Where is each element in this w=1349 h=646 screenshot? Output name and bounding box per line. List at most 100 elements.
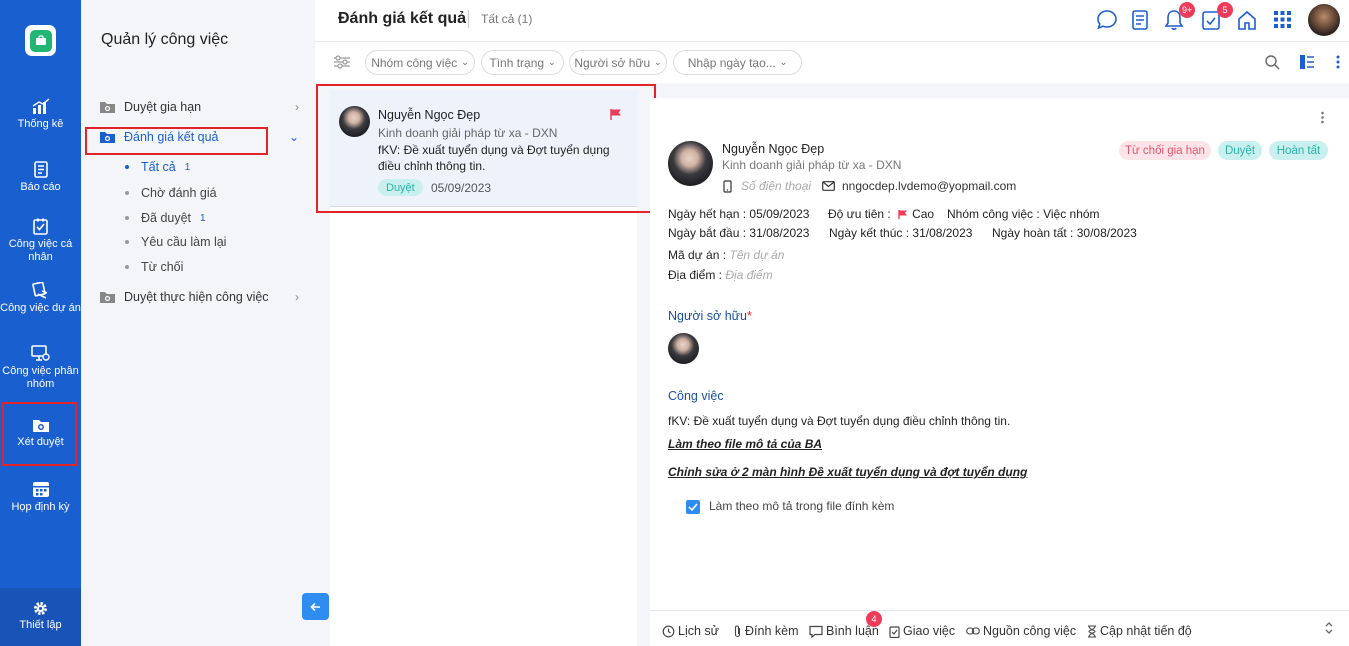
project-task-icon bbox=[32, 282, 48, 299]
comment-count-badge: 4 bbox=[866, 611, 882, 627]
personal-task-icon bbox=[33, 218, 48, 235]
reject-extension-badge: Từ chối gia hạn bbox=[1119, 141, 1211, 160]
more-vertical-icon[interactable] bbox=[1335, 54, 1341, 70]
task-group: Nhóm công việc : Việc nhóm bbox=[947, 207, 1100, 221]
filter-settings-icon[interactable] bbox=[333, 55, 351, 69]
clipboard-icon bbox=[889, 625, 900, 638]
group-task-icon bbox=[31, 345, 50, 361]
start-date: Ngày bắt đầu : 31/08/2023 bbox=[668, 226, 810, 240]
rail-item-approval[interactable]: Xét duyệt bbox=[0, 417, 81, 449]
approved-badge: Duyệt bbox=[1218, 141, 1262, 160]
comment-button[interactable]: Bình luận bbox=[809, 624, 879, 638]
filter-task-group[interactable]: Nhóm công việc ⌄ bbox=[365, 50, 475, 75]
card-date: 05/09/2023 bbox=[431, 181, 492, 195]
sidebar-sub-all[interactable]: Tất cả 1 bbox=[125, 160, 190, 174]
folder-open-icon bbox=[100, 132, 115, 143]
flag-icon bbox=[610, 109, 621, 120]
detail-email: nngocdep.lvdemo@yopmail.com bbox=[822, 179, 1016, 193]
count-badge: 1 bbox=[184, 161, 191, 173]
chevron-down-icon: ⌄ bbox=[779, 57, 788, 67]
gear-icon bbox=[34, 602, 47, 615]
completed-date: Ngày hoàn tất : 30/08/2023 bbox=[992, 226, 1137, 240]
rail-item-statistics[interactable]: Thống kê bbox=[0, 98, 81, 131]
chevron-down-icon: ⌄ bbox=[654, 57, 662, 67]
calendar-icon bbox=[32, 482, 49, 497]
sidebar-group-result-review[interactable]: Đánh giá kết quả ⌄ bbox=[99, 127, 299, 147]
hourglass-icon bbox=[1088, 624, 1096, 638]
project-code: Mã dự án : Tên dự án bbox=[668, 248, 785, 262]
arrow-left-icon bbox=[309, 602, 320, 611]
expand-icon[interactable] bbox=[1324, 621, 1334, 635]
chevron-down-icon: ⌄ bbox=[288, 130, 299, 144]
app-rail: Thống kê Báo cáo Công việc cá nhân Công … bbox=[0, 0, 81, 646]
detail-phone: Số điện thoại bbox=[723, 179, 811, 193]
sidebar-group-extension-approval[interactable]: Duyệt gia hạn › bbox=[99, 97, 299, 117]
check-icon bbox=[688, 503, 698, 511]
history-button[interactable]: Lịch sử bbox=[662, 624, 719, 638]
status-badge: Duyệt bbox=[378, 179, 423, 196]
task-description: fKV: Đề xuất tuyển dụng và Đợt tuyển dụn… bbox=[668, 414, 1011, 428]
phone-icon bbox=[723, 179, 732, 193]
user-avatar[interactable] bbox=[1308, 4, 1340, 36]
flag-icon bbox=[898, 209, 908, 219]
location: Địa điểm : Địa điểm bbox=[668, 268, 773, 282]
rail-item-meetings[interactable]: Họp định kỳ bbox=[0, 480, 81, 514]
attachment-button[interactable]: Đính kèm bbox=[733, 624, 799, 638]
detail-owner-name: Nguyễn Ngọc Đẹp bbox=[722, 142, 825, 156]
checklist-item-label: Làm theo mô tả trong file đính kèm bbox=[709, 499, 895, 513]
folder-icon bbox=[100, 102, 115, 113]
page-count: Tất cả (1) bbox=[481, 12, 533, 26]
update-progress-button[interactable]: Cập nhật tiến độ bbox=[1087, 624, 1192, 638]
due-date: Ngày hết hạn : 05/09/2023 bbox=[668, 207, 810, 221]
approval-folder-icon bbox=[32, 420, 49, 432]
avatar bbox=[339, 106, 370, 137]
secondary-sidebar: Quản lý công việc Duyệt gia hạn › Đánh g… bbox=[81, 0, 315, 646]
detail-department: Kinh doanh giải pháp từ xa - DXN bbox=[722, 158, 902, 172]
sidebar-sub-redo[interactable]: Yêu cầu làm lại bbox=[125, 235, 226, 249]
task-source-button[interactable]: Nguồn công việc bbox=[966, 624, 1076, 638]
sidebar-sub-pending[interactable]: Chờ đánh giá bbox=[125, 186, 217, 200]
task-badge: 5 bbox=[1217, 2, 1233, 18]
task-section-title: Công việc bbox=[668, 389, 724, 403]
checklist-checkbox[interactable] bbox=[686, 500, 700, 514]
rail-item-project-tasks[interactable]: Công việc dự án bbox=[0, 282, 81, 315]
chevron-down-icon: ⌄ bbox=[548, 57, 556, 67]
chat-icon[interactable] bbox=[1096, 9, 1118, 31]
chart-icon bbox=[32, 98, 49, 114]
sidebar-group-execution-approval[interactable]: Duyệt thực hiện công việc › bbox=[99, 287, 299, 307]
paperclip-icon bbox=[734, 625, 741, 637]
home-icon[interactable] bbox=[1237, 9, 1257, 31]
owner-avatar[interactable] bbox=[668, 333, 699, 364]
end-date: Ngày kết thúc : 31/08/2023 bbox=[829, 226, 973, 240]
chevron-right-icon: › bbox=[295, 290, 299, 304]
list-view-icon[interactable] bbox=[1299, 54, 1315, 70]
comment-icon bbox=[809, 625, 823, 638]
task-note-link-1[interactable]: Làm theo file mô tả của BA bbox=[668, 437, 822, 451]
page-title: Đánh giá kết quả bbox=[338, 10, 467, 27]
rail-item-personal-tasks[interactable]: Công việc cá nhân bbox=[0, 218, 81, 264]
rail-item-reports[interactable]: Báo cáo bbox=[0, 161, 81, 194]
top-header: Đánh giá kết quả Tất cả (1) 9+ 5 bbox=[315, 0, 1349, 42]
task-card[interactable]: Nguyễn Ngọc Đẹp Kinh doanh giải pháp từ … bbox=[330, 90, 637, 207]
history-icon bbox=[662, 625, 675, 637]
task-note-link-2[interactable]: Chỉnh sửa ở 2 màn hình Đề xuất tuyển dụn… bbox=[668, 465, 1027, 479]
sidebar-sub-approved[interactable]: Đã duyệt 1 bbox=[125, 211, 206, 225]
rail-item-group-tasks[interactable]: Công việc phân nhóm bbox=[0, 345, 81, 391]
collapse-sidebar-button[interactable] bbox=[302, 593, 329, 620]
rail-item-settings[interactable]: Thiết lập bbox=[0, 601, 81, 632]
chevron-down-icon: ⌄ bbox=[461, 57, 469, 67]
more-vertical-icon[interactable] bbox=[1320, 111, 1325, 124]
apps-grid-icon[interactable] bbox=[1273, 10, 1292, 29]
owner-section-title: Người sở hữu* bbox=[668, 309, 752, 323]
completed-badge: Hoàn tất bbox=[1269, 141, 1328, 160]
notification-badge: 9+ bbox=[1179, 2, 1196, 18]
filter-created-date[interactable]: Nhập ngày tạo... ⌄ bbox=[673, 50, 802, 75]
sidebar-sub-rejected[interactable]: Từ chối bbox=[125, 260, 183, 274]
filter-status[interactable]: Tình trạng ⌄ bbox=[481, 50, 564, 75]
search-icon[interactable] bbox=[1264, 54, 1280, 70]
card-description: fKV: Đề xuất tuyển dụng và Đợt tuyển dụn… bbox=[378, 143, 610, 173]
filter-owner[interactable]: Người sở hữu ⌄ bbox=[569, 50, 667, 75]
assign-button[interactable]: Giao việc bbox=[889, 624, 955, 638]
app-logo-icon[interactable] bbox=[25, 25, 56, 56]
task-list-icon[interactable] bbox=[1130, 9, 1150, 31]
